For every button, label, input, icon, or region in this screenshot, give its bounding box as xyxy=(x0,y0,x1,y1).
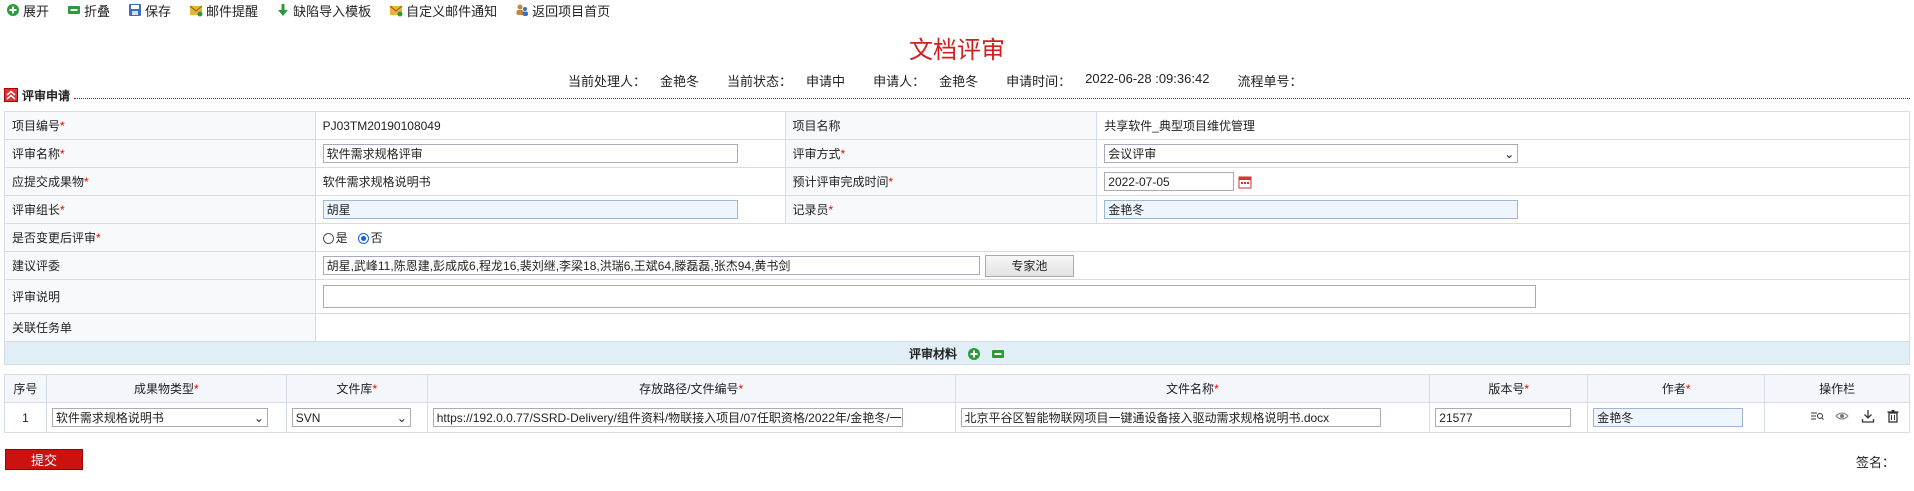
expand-button[interactable]: 展开 xyxy=(6,1,49,20)
task-value xyxy=(314,313,1911,342)
col-header: 序号 xyxy=(4,374,47,403)
materials-title: 评审材料 xyxy=(908,346,957,361)
defect-import-button[interactable]: 缺陷导入模板 xyxy=(276,1,371,20)
collapse-button[interactable]: 折叠 xyxy=(67,1,110,20)
post-change-no-radio[interactable] xyxy=(357,233,369,245)
custom-mail-label: 自定义邮件通知 xyxy=(406,3,498,19)
post-change-yes-radio[interactable] xyxy=(322,233,334,245)
chevron-down-icon: ⌄ xyxy=(1504,146,1515,161)
expand-label: 展开 xyxy=(23,3,50,19)
mail-folder-icon xyxy=(189,3,203,17)
no-label: 否 xyxy=(370,231,383,245)
col-header: 成果物类型* xyxy=(45,374,287,403)
users-icon xyxy=(515,3,529,17)
save-button[interactable]: 保存 xyxy=(128,1,171,20)
review-form: 项目编号* PJ03TM20190108049 项目名称 共享软件_典型项目维优… xyxy=(4,111,1911,365)
back-home-button[interactable]: 返回项目首页 xyxy=(515,1,610,20)
eye-icon[interactable] xyxy=(1835,409,1850,423)
materials-header-row: 序号 成果物类型* 文件库* 存放路径/文件编号* 文件名称* 版本号* 作者*… xyxy=(4,374,1910,403)
custom-mail-button[interactable]: 自定义邮件通知 xyxy=(389,1,497,20)
minus-box-icon xyxy=(67,3,81,17)
table-row: 1 软件需求规格说明书 ⌄ SVN ⌄ https://192.0.0.77/SSR… xyxy=(4,402,1910,433)
review-method-label: 评审方式* xyxy=(784,139,1098,168)
leader-input[interactable]: 胡星 xyxy=(322,200,738,219)
leader-label: 评审组长* xyxy=(4,195,316,224)
col-header: 文件库* xyxy=(285,374,428,403)
review-name-label: 评审名称* xyxy=(4,139,316,168)
section-title: 评审申请 xyxy=(22,88,71,103)
review-method-select[interactable]: 会议评审 ⌄ xyxy=(1104,144,1519,163)
version-input[interactable]: 21577 xyxy=(1435,408,1572,427)
remove-material-icon[interactable] xyxy=(991,347,1005,361)
reviewers-input[interactable]: 胡星,武峰11,陈恩建,彭成成6,程龙16,裴刘继,李梁18,洪瑞6,王斌64,… xyxy=(322,256,980,275)
recorder-label: 记录员* xyxy=(784,195,1098,224)
deliverable-label: 应提交成果物* xyxy=(4,167,316,196)
author-input[interactable]: 金艳冬 xyxy=(1593,408,1744,427)
task-label: 关联任务单 xyxy=(4,313,316,342)
expert-pool-button[interactable]: 专家池 xyxy=(984,254,1074,277)
deliverable-value: 软件需求规格说明书 xyxy=(314,167,786,196)
col-header: 存放路径/文件编号* xyxy=(426,374,956,403)
collapse-label: 折叠 xyxy=(84,3,111,19)
materials-table: 序号 成果物类型* 文件库* 存放路径/文件编号* 文件名称* 版本号* 作者*… xyxy=(4,374,1910,433)
back-home-label: 返回项目首页 xyxy=(532,3,611,19)
search-list-icon[interactable] xyxy=(1810,409,1824,423)
submit-button[interactable]: 提交 xyxy=(5,449,83,470)
mail-remind-button[interactable]: 邮件提醒 xyxy=(189,1,258,20)
chevron-down-icon: ⌄ xyxy=(253,410,264,425)
path-input[interactable]: https://192.0.0.77/SSRD-Delivery/组件资料/物联… xyxy=(432,408,903,427)
page-title: 文档评审 xyxy=(909,37,1005,64)
due-date-input[interactable]: 2022-07-05 xyxy=(1104,172,1235,191)
type-select[interactable]: 软件需求规格说明书 ⌄ xyxy=(51,408,268,427)
row-no: 1 xyxy=(4,402,47,433)
mail-folder-icon xyxy=(389,3,403,17)
desc-label: 评审说明 xyxy=(4,279,316,314)
project-name-value: 共享软件_典型项目维优管理 xyxy=(1096,111,1910,140)
review-name-input[interactable]: 软件需求规格评审 xyxy=(322,144,738,163)
project-name-label: 项目名称 xyxy=(784,111,1098,140)
recorder-input[interactable]: 金艳冬 xyxy=(1104,200,1519,219)
desc-input[interactable] xyxy=(322,285,1536,308)
col-header: 操作栏 xyxy=(1764,374,1910,403)
chevron-down-icon: ⌄ xyxy=(396,410,407,425)
section-divider xyxy=(74,91,1910,99)
download-icon[interactable] xyxy=(1861,409,1875,423)
add-material-icon[interactable] xyxy=(967,347,981,361)
trash-icon[interactable] xyxy=(1886,409,1900,423)
post-change-label: 是否变更后评审* xyxy=(4,223,316,252)
save-label: 保存 xyxy=(145,3,172,19)
col-header: 文件名称* xyxy=(954,374,1431,403)
section-header: 评审申请 xyxy=(4,88,1910,103)
file-name-input[interactable]: 北京平谷区智能物联网项目一键通设备接入驱动需求规格说明书.docx xyxy=(960,408,1381,427)
mail-remind-label: 邮件提醒 xyxy=(206,3,259,19)
sign-label: 签名： xyxy=(1856,455,1896,470)
col-header: 版本号* xyxy=(1429,374,1589,403)
calendar-icon[interactable] xyxy=(1238,175,1252,189)
collapse-chevron-icon[interactable] xyxy=(4,88,18,102)
defect-import-label: 缺陷导入模板 xyxy=(293,3,372,19)
repo-select[interactable]: SVN ⌄ xyxy=(291,408,411,427)
project-no-value: PJ03TM20190108049 xyxy=(314,111,786,140)
materials-header: 评审材料 xyxy=(4,341,1910,365)
reviewers-label: 建议评委 xyxy=(4,251,316,280)
yes-label: 是 xyxy=(335,231,348,245)
due-date-label: 预计评审完成时间* xyxy=(784,167,1098,196)
project-no-label: 项目编号* xyxy=(4,111,316,140)
plus-circle-icon xyxy=(6,3,20,17)
col-header: 作者* xyxy=(1587,374,1766,403)
floppy-icon xyxy=(128,3,142,17)
download-arrow-icon xyxy=(276,3,290,17)
toolbar: 展开 折叠 保存 邮件提醒 缺陷导入模板 自定义邮件通知 返回项目首页 xyxy=(0,0,1914,20)
